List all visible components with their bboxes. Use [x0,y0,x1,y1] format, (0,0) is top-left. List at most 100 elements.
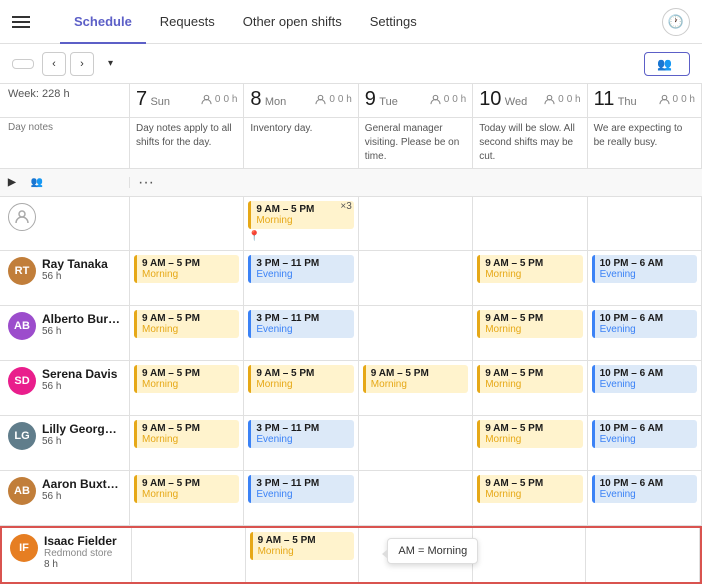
shift-cell-day-2: 9 AM – 5 PM Morning [359,361,473,415]
shift-block[interactable]: 9 AM – 5 PM Morning [134,475,239,503]
shift-label: Morning [485,269,577,280]
add-group-icon: 👥 [657,57,672,71]
grid-header: Week: 228 h 7 Sun 0 0 h 8 Mon 0 0 h [0,84,702,118]
shift-block[interactable]: 9 AM – 5 PM Morning [477,420,582,448]
shift-block[interactable]: 9 AM – 5 PM Morning [134,310,239,338]
week-hours: Week: 228 h [8,88,121,100]
add-group-button[interactable]: 👥 [644,52,690,76]
day-meta: 0 0 h [430,94,466,105]
employee-row: SD Serena Davis 56 h 9 AM – 5 PM Morning… [0,361,702,416]
day-number: 10 [479,88,501,110]
shift-block[interactable]: 9 AM – 5 PM Morning [248,365,353,393]
shift-block[interactable]: 3 PM – 11 PM Evening [248,255,353,283]
group-actions: ··· [130,174,702,192]
nav-schedule[interactable]: Schedule [60,0,146,44]
shift-block[interactable]: 9 AM – 5 PM Morning [477,255,582,283]
day-name: Sun [150,96,170,108]
shift-cell-day-4 [586,528,700,582]
shift-block[interactable]: 9 AM – 5 PM Morning [363,365,468,393]
shift-cell-day-3: 9 AM – 5 PM Morning [473,306,587,360]
shift-block[interactable]: 9 AM – 5 PM Morning [477,310,582,338]
shift-cell-day-4: 10 PM – 6 AM Evening [588,416,702,470]
shift-label: Morning [142,379,234,390]
note-day-2: General manager visiting. Please be on t… [359,118,473,168]
shift-block[interactable]: 3 PM – 11 PM Evening [248,475,353,503]
nav-open-shifts[interactable]: Other open shifts [229,0,356,44]
open-shift-cell-3 [473,197,587,250]
employee-info: IF Isaac Fielder Redmond store 8 h [2,528,132,582]
shift-time: 3 PM – 11 PM [256,478,348,489]
shift-block[interactable]: 9 AM – 5 PM Morning [477,365,582,393]
shift-time: 9 AM – 5 PM [485,423,577,434]
group-chevron[interactable]: ▶ [8,177,16,188]
shift-cell-day-0 [132,528,246,582]
day-meta: 0 0 h [201,94,237,105]
day-hours: 0 h [681,94,695,105]
group-members-icon: 👥 [31,177,43,188]
day-notes-label: Day notes [0,118,130,168]
hamburger-menu[interactable] [12,16,30,28]
shift-time: 9 AM – 5 PM [142,258,234,269]
shift-block[interactable]: 10 PM – 6 AM Evening [592,365,697,393]
shift-cell-day-3: 9 AM – 5 PM Morning [473,471,587,525]
shift-block[interactable]: 10 PM – 6 AM Evening [592,310,697,338]
next-week-button[interactable]: › [70,52,94,76]
shift-time: 9 AM – 5 PM [256,368,348,379]
employee-info: AB Alberto Burgos 56 h [0,306,130,360]
shift-block[interactable]: 9 AM – 5 PM Morning [134,255,239,283]
clock-icon[interactable]: 🕐 [662,8,690,36]
shift-time: 10 PM – 6 AM [600,368,692,379]
shift-cell-day-4: 10 PM – 6 AM Evening [588,361,702,415]
shift-label: Evening [600,434,692,445]
shift-block[interactable]: 10 PM – 6 AM Evening [592,255,697,283]
shift-pin-icon: 📍 [248,231,353,242]
shift-time: 9 AM – 5 PM [142,478,234,489]
shift-time: 3 PM – 11 PM [256,313,348,324]
shift-time: 10 PM – 6 AM [600,258,692,269]
day-number: 8 [250,88,261,110]
shift-label: Evening [600,324,692,335]
day-number: 11 [594,88,615,110]
shift-block[interactable]: 3 PM – 11 PM Evening [248,420,353,448]
prev-week-button[interactable]: ‹ [42,52,66,76]
shift-block[interactable]: 9 AM – 5 PM Morning [134,420,239,448]
group-menu-icon[interactable]: ··· [138,174,154,192]
avatar: LG [8,422,36,450]
day-hours: 0 h [223,94,237,105]
shift-time: 9 AM – 5 PM [485,478,577,489]
shift-label: Evening [256,269,348,280]
avatar: RT [8,257,36,285]
employee-row: AB Alberto Burgos 56 h 9 AM – 5 PM Morni… [0,306,702,361]
shift-cell-day-2 [359,416,473,470]
employee-details: Serena Davis 56 h [42,367,121,392]
shift-block[interactable]: 9 AM – 5 PM Morning [250,532,355,560]
day-hours: 0 h [338,94,352,105]
shift-time: 3 PM – 11 PM [256,423,348,434]
nav-requests[interactable]: Requests [146,0,229,44]
shift-label: Evening [256,434,348,445]
nav-settings[interactable]: Settings [356,0,431,44]
today-button[interactable] [12,59,34,69]
employee-info: SD Serena Davis 56 h [0,361,130,415]
day-name: Mon [265,96,286,108]
shift-block[interactable]: 9 AM – 5 PM Morning [477,475,582,503]
shift-cell-day-2 [359,251,473,305]
shift-label: Morning [485,489,577,500]
shift-label: Morning [256,215,348,226]
employee-info: LG Lilly Georgsen 56 h [0,416,130,470]
shift-block[interactable]: 10 PM – 6 AM Evening [592,475,697,503]
shift-label: Evening [600,379,692,390]
employee-hours: 56 h [42,326,121,337]
employee-name: Serena Davis [42,367,121,381]
week-label: Week: 228 h [0,84,130,117]
shift-block[interactable]: 3 PM – 11 PM Evening [248,310,353,338]
shift-label: Morning [258,546,350,557]
open-shift-block[interactable]: 9 AM – 5 PM Morning [248,201,353,229]
shift-time: 9 AM – 5 PM [142,423,234,434]
shift-cell-day-0: 9 AM – 5 PM Morning [130,361,244,415]
shift-time: 3 PM – 11 PM [256,258,348,269]
shift-block[interactable]: 10 PM – 6 AM Evening [592,420,697,448]
shift-block[interactable]: 9 AM – 5 PM Morning [134,365,239,393]
shift-label: Morning [142,269,234,280]
date-dropdown-icon[interactable]: ▾ [108,58,113,69]
